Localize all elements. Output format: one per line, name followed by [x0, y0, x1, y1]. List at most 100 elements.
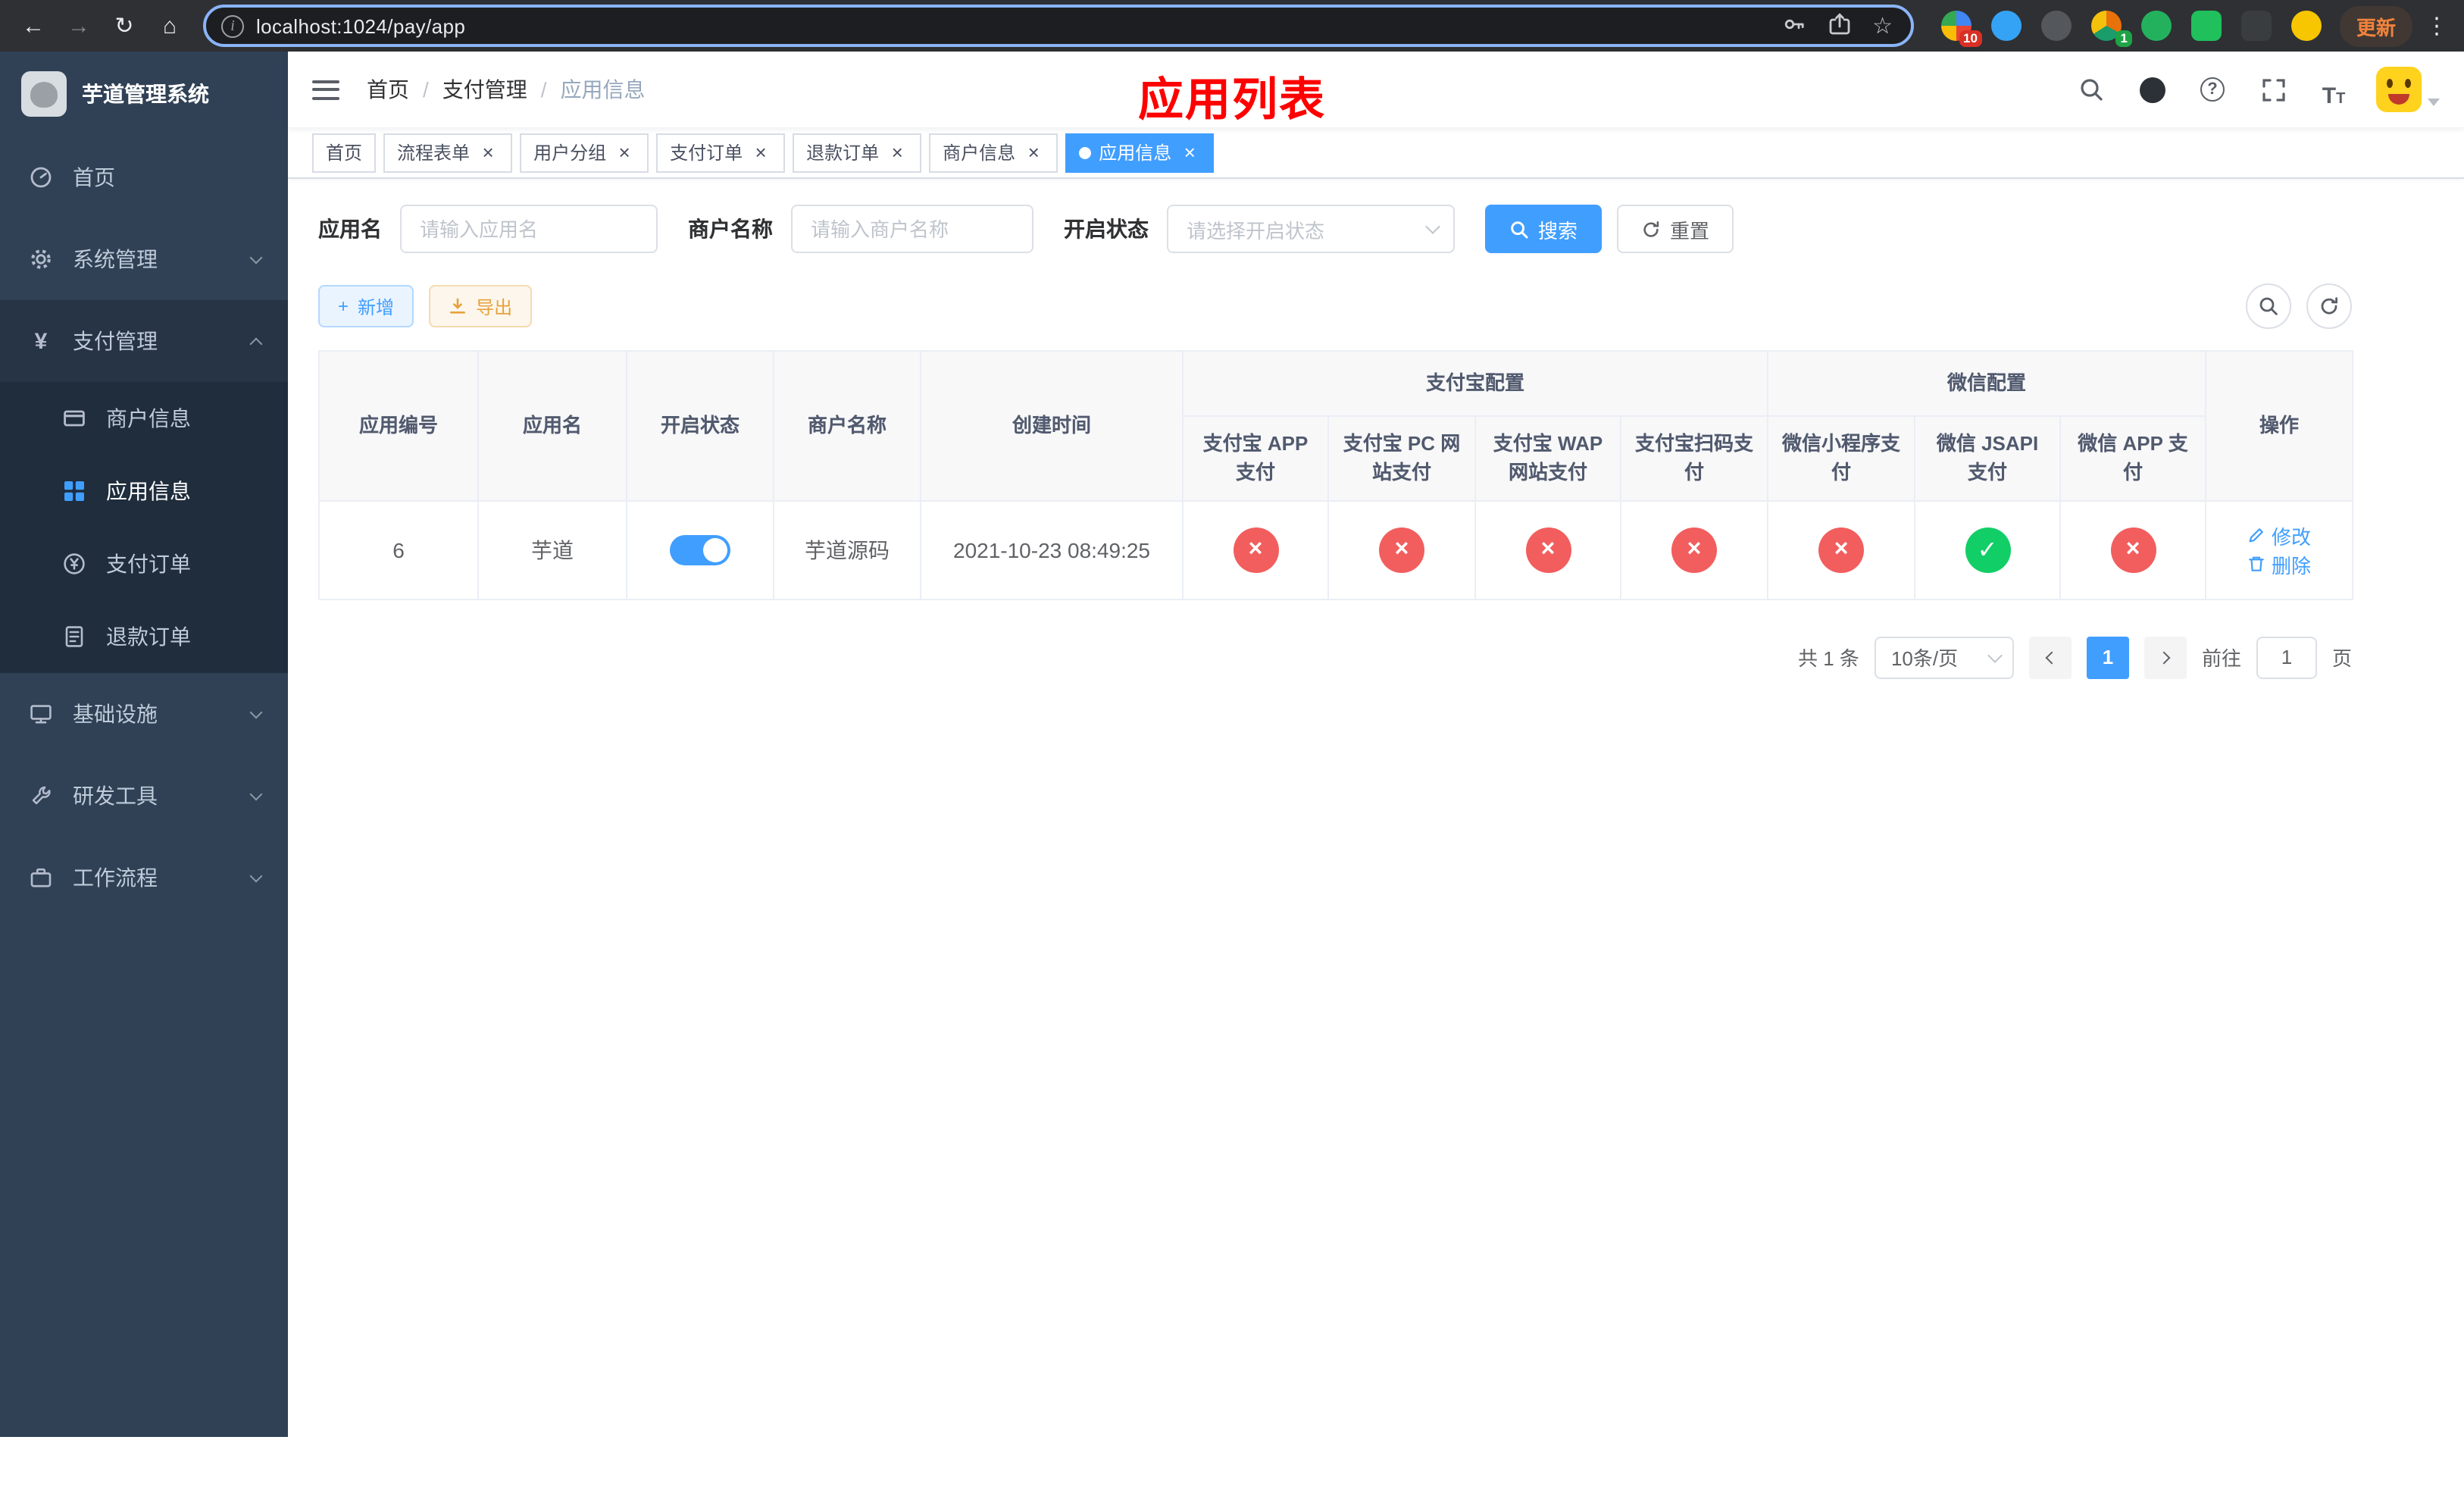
column-header: 微信 APP 支付 — [2059, 415, 2207, 501]
breadcrumb: 首页 / 支付管理 / 应用信息 — [367, 74, 646, 105]
app-name-label: 应用名 — [318, 217, 382, 241]
column-header: 支付宝 WAP 网站支付 — [1474, 415, 1621, 501]
card-icon — [61, 406, 88, 430]
fullscreen-icon[interactable] — [2255, 71, 2291, 108]
tab-label: 用户分组 — [533, 142, 607, 164]
browser-forward-icon[interactable]: → — [58, 5, 100, 47]
chevron-left-icon — [2045, 650, 2059, 664]
table-toolbar: + 新增 导出 — [318, 283, 2352, 329]
delete-link[interactable]: 删除 — [2247, 549, 2311, 578]
tab-app-info[interactable]: 应用信息 × — [1065, 133, 1215, 172]
sidebar-item-label: 研发工具 — [73, 784, 158, 808]
goto-page-input[interactable] — [2256, 636, 2317, 678]
extension-icon[interactable] — [2140, 11, 2172, 41]
extension-icon[interactable]: 10 — [1940, 11, 1982, 47]
extension-icon[interactable] — [2190, 11, 2222, 41]
plus-icon: + — [338, 296, 349, 317]
url-text[interactable]: localhost:1024/pay/app — [256, 14, 1769, 37]
close-icon[interactable]: × — [1023, 142, 1044, 163]
screen: ← → ↻ ⌂ i localhost:1024/pay/app ☆ 10 1 — [0, 0, 2464, 1490]
extension-icon[interactable]: 1 — [2090, 11, 2132, 47]
close-icon[interactable]: × — [750, 142, 771, 163]
site-info-icon[interactable]: i — [221, 14, 244, 37]
close-icon[interactable]: × — [1179, 142, 1200, 163]
page-size-select[interactable]: 10条/页 — [1874, 636, 2014, 678]
cell-app-name: 芋道 — [477, 499, 627, 599]
sidebar-item-system[interactable]: 系统管理 — [0, 218, 288, 300]
reset-button[interactable]: 重置 — [1617, 205, 1734, 253]
close-icon[interactable]: × — [477, 142, 499, 163]
cell-app-id: 6 — [318, 499, 479, 599]
search-icon[interactable] — [2073, 71, 2109, 108]
close-icon[interactable]: × — [614, 142, 635, 163]
export-button[interactable]: 导出 — [429, 285, 533, 327]
close-icon[interactable]: × — [886, 142, 908, 163]
tab-pay-orders[interactable]: 支付订单 × — [656, 133, 786, 172]
sidebar-collapse-icon[interactable] — [312, 80, 339, 99]
group-header-alipay: 支付宝配置 — [1181, 350, 1769, 416]
chevron-right-icon — [2157, 650, 2171, 664]
sidebar-item-pay-orders[interactable]: 支付订单 — [0, 527, 288, 600]
dashboard-icon — [27, 165, 55, 189]
tab-home[interactable]: 首页 — [312, 133, 377, 172]
breadcrumb-home[interactable]: 首页 — [367, 74, 409, 105]
user-menu[interactable] — [2376, 67, 2440, 112]
extension-icon[interactable] — [2040, 11, 2072, 41]
add-button[interactable]: + 新增 — [318, 285, 414, 327]
password-key-icon[interactable] — [1781, 11, 1806, 40]
extension-icon[interactable] — [2240, 11, 2272, 41]
browser-home-icon[interactable]: ⌂ — [149, 5, 191, 47]
tab-label: 流程表单 — [397, 142, 471, 164]
column-header: 微信 JSAPI 支付 — [1914, 415, 2062, 501]
status-select[interactable]: 请选择开启状态 — [1167, 205, 1455, 253]
font-size-icon[interactable]: TT — [2315, 71, 2352, 108]
merchant-name-input[interactable] — [791, 205, 1033, 253]
browser-reload-icon[interactable]: ↻ — [103, 5, 145, 47]
total-count: 共 1 条 — [1798, 647, 1859, 670]
app-name-input[interactable] — [400, 205, 658, 253]
toggle-search-button[interactable] — [2246, 283, 2291, 329]
main-area: 首页 / 支付管理 / 应用信息 ? TT 首页 流程表单 × 用户分组 × 支… — [288, 52, 2464, 1437]
extension-badge: 1 — [2115, 30, 2132, 47]
tab-refund-orders[interactable]: 退款订单 × — [793, 133, 922, 172]
tab-user-group[interactable]: 用户分组 × — [520, 133, 649, 172]
status-toggle[interactable] — [670, 534, 730, 565]
sidebar-item-refund-orders[interactable]: 退款订单 — [0, 600, 288, 673]
search-button[interactable]: 搜索 — [1485, 205, 1603, 253]
extensions-row: 10 1 — [1940, 11, 2322, 47]
browser-menu-icon[interactable]: ⋮ — [2422, 12, 2452, 39]
sidebar-item-infrastructure[interactable]: 基础设施 — [0, 673, 288, 755]
column-header: 应用编号 — [318, 350, 479, 501]
help-icon[interactable]: ? — [2194, 71, 2231, 108]
breadcrumb-payment[interactable]: 支付管理 — [442, 74, 527, 105]
extension-icon[interactable] — [2290, 11, 2322, 41]
share-icon[interactable] — [1827, 11, 1851, 40]
pagination: 共 1 条 10条/页 1 前往 页 — [318, 636, 2352, 678]
chevron-down-icon — [249, 706, 263, 719]
sidebar-item-home[interactable]: 首页 — [0, 136, 288, 218]
sidebar-item-payment[interactable]: ¥ 支付管理 — [0, 300, 288, 382]
sidebar-item-dev-tools[interactable]: 研发工具 — [0, 755, 288, 837]
tab-label: 商户信息 — [943, 142, 1016, 164]
edit-link[interactable]: 修改 — [2247, 521, 2311, 549]
bookmark-star-icon[interactable]: ☆ — [1872, 12, 1893, 39]
sidebar-item-merchant-info[interactable]: 商户信息 — [0, 382, 288, 455]
status-select-placeholder: 请选择开启状态 — [1187, 219, 1325, 242]
address-bar[interactable]: i localhost:1024/pay/app ☆ — [203, 5, 1914, 47]
merchant-name-label: 商户名称 — [688, 217, 773, 241]
extension-icon[interactable] — [1990, 11, 2022, 41]
prev-page-button[interactable] — [2028, 636, 2072, 678]
refresh-button[interactable] — [2306, 283, 2352, 329]
avatar[interactable] — [2376, 67, 2422, 112]
sidebar-item-app-info[interactable]: 应用信息 — [0, 455, 288, 527]
github-icon[interactable] — [2134, 71, 2170, 108]
next-page-button[interactable] — [2143, 636, 2187, 678]
chrome-update-button[interactable]: 更新 — [2339, 5, 2412, 46]
column-header: 微信小程序支付 — [1767, 415, 1916, 501]
browser-back-icon[interactable]: ← — [12, 5, 55, 47]
sidebar-item-workflow[interactable]: 工作流程 — [0, 837, 288, 919]
tab-process-form[interactable]: 流程表单 × — [383, 133, 513, 172]
navbar-actions: ? TT — [2073, 67, 2440, 112]
page-1-button[interactable]: 1 — [2086, 636, 2129, 678]
tab-merchant-info[interactable]: 商户信息 × — [929, 133, 1058, 172]
